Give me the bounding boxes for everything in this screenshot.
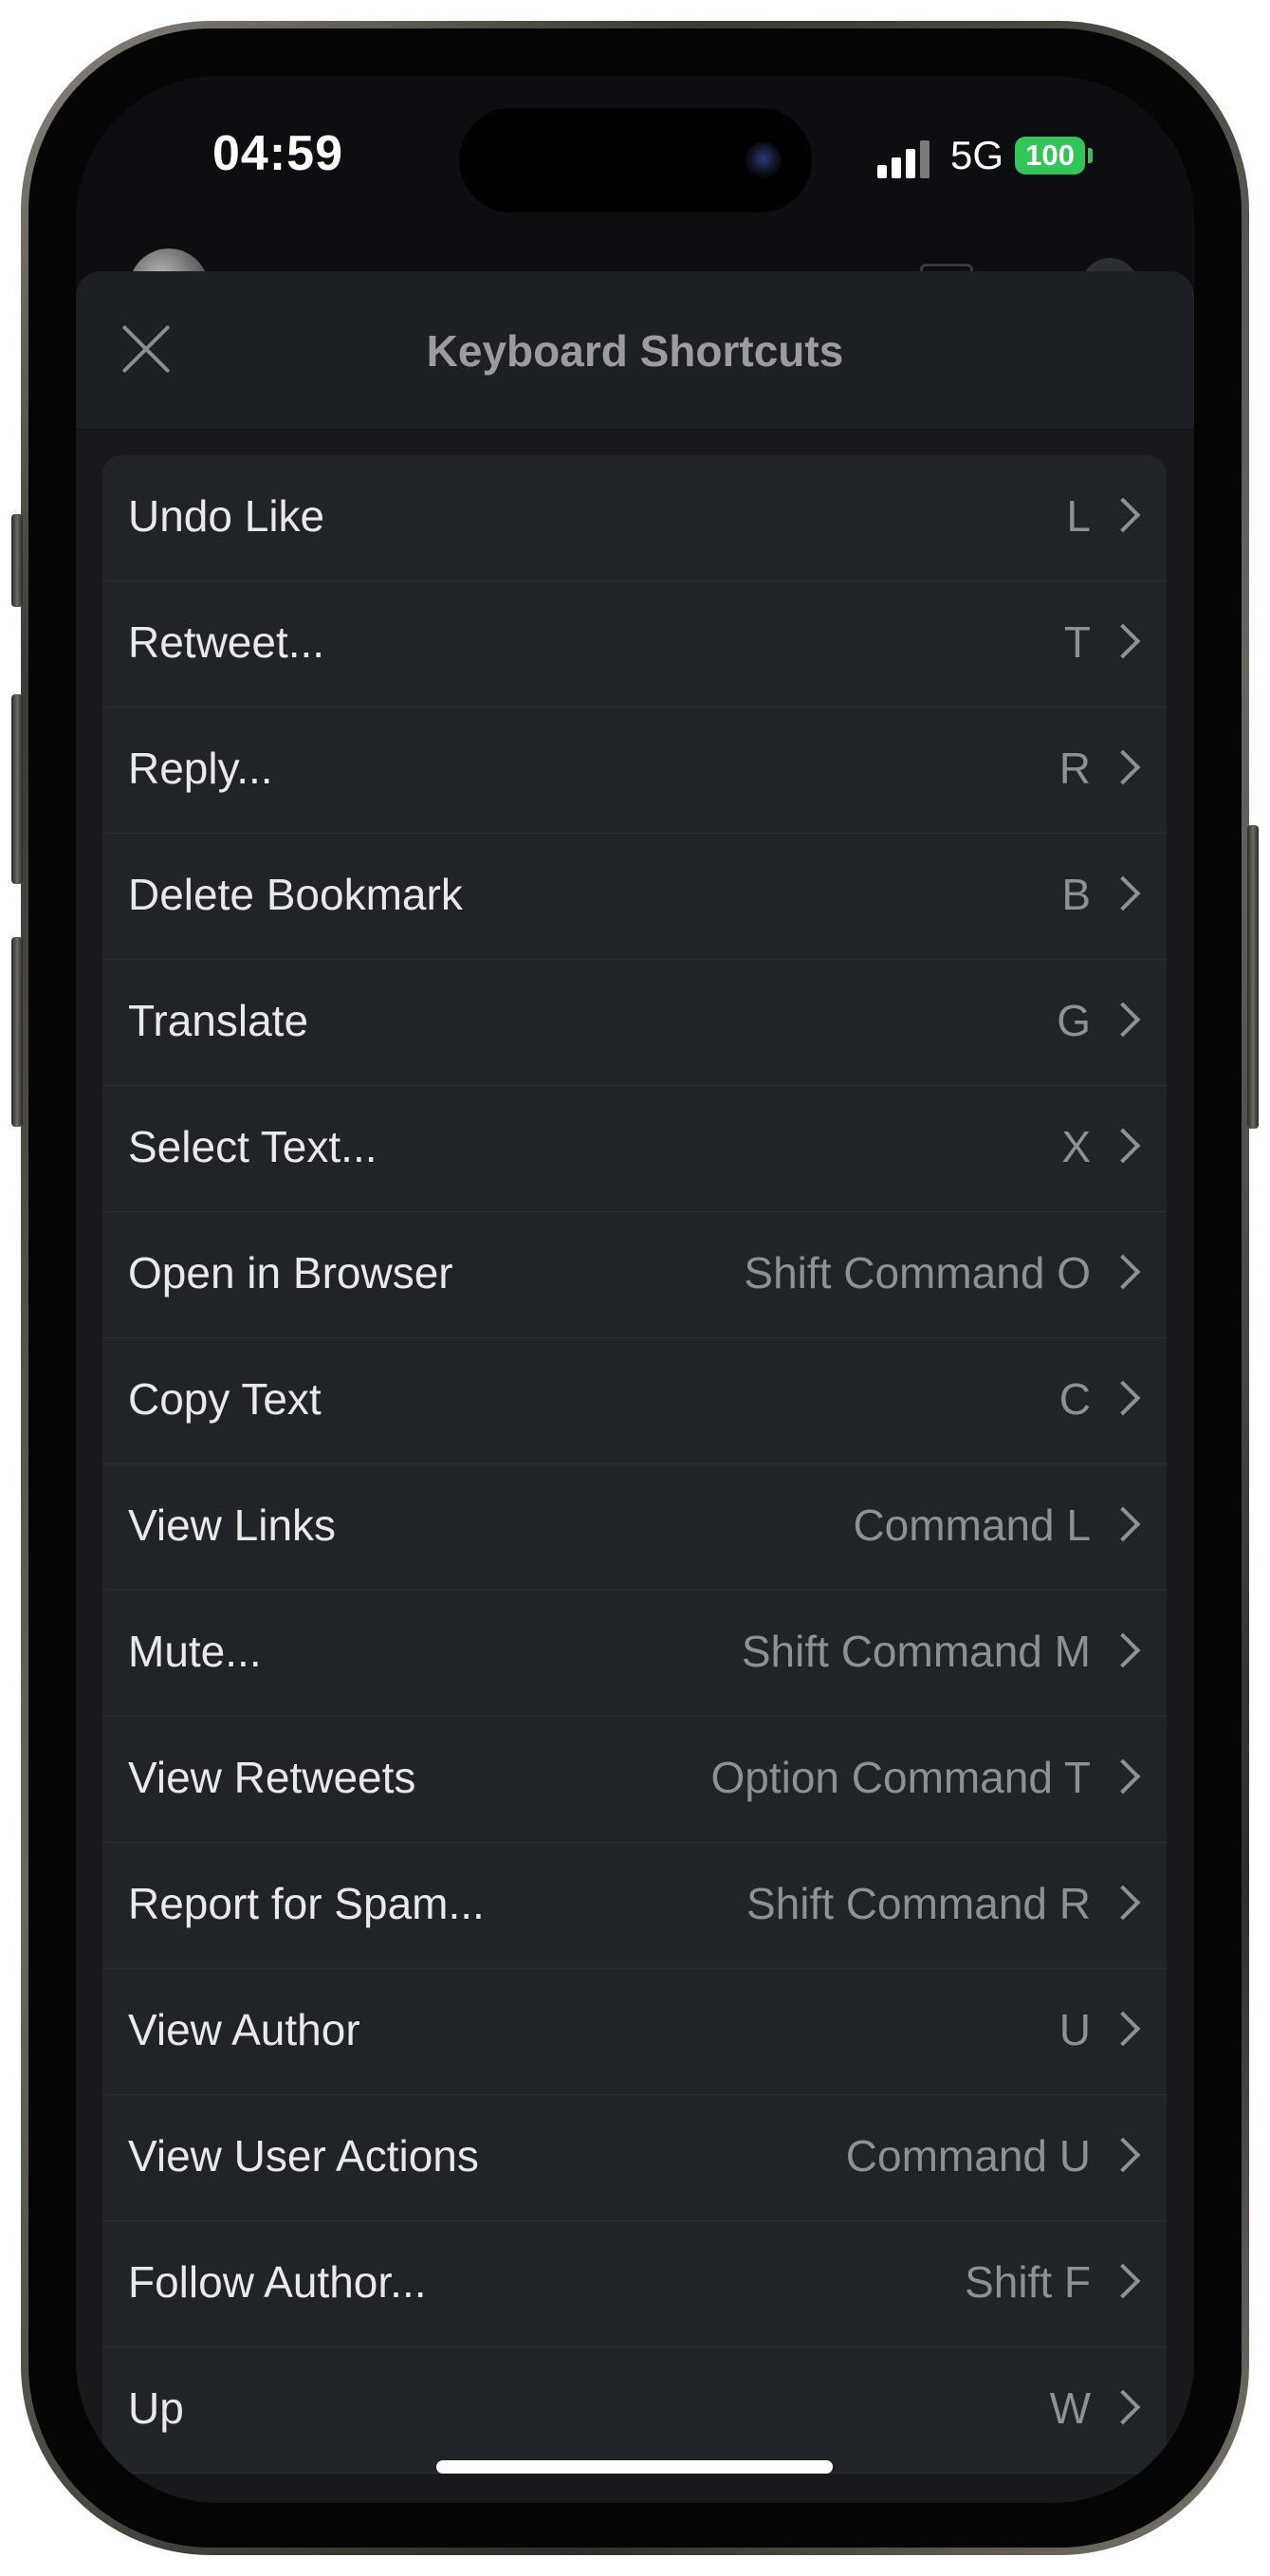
- shortcut-row[interactable]: Delete Bookmark B: [102, 834, 1167, 960]
- shortcut-row[interactable]: Copy Text C: [102, 1338, 1167, 1464]
- volume-down-button: [11, 937, 23, 1127]
- shortcut-label: Translate: [128, 996, 309, 1045]
- shortcut-key: R: [1058, 744, 1091, 793]
- sheet-header: Keyboard Shortcuts: [76, 271, 1194, 430]
- shortcut-key: U: [1058, 2005, 1091, 2054]
- shortcuts-sheet: Keyboard Shortcuts Undo Like L Retweet... T…: [76, 271, 1194, 2503]
- shortcut-key: T: [1063, 617, 1091, 667]
- battery-terminal: [1088, 148, 1093, 163]
- shortcut-row[interactable]: Open in Browser Shift Command O: [102, 1212, 1167, 1338]
- shortcut-key: Command L: [853, 1500, 1091, 1550]
- shortcut-label: Delete Bookmark: [128, 870, 463, 919]
- shortcut-label: Retweet...: [128, 617, 325, 667]
- shortcut-row[interactable]: View Links Command L: [102, 1464, 1167, 1591]
- action-button: [11, 514, 23, 607]
- shortcut-row[interactable]: View Retweets Option Command T: [102, 1717, 1167, 1843]
- shortcut-key: G: [1057, 996, 1091, 1045]
- shortcut-label: Report for Spam...: [128, 1879, 485, 1928]
- shortcut-row[interactable]: Report for Spam... Shift Command R: [102, 1843, 1167, 1969]
- chevron-right-icon: [1105, 1506, 1141, 1542]
- shortcut-row[interactable]: Up W: [102, 2347, 1167, 2474]
- shortcut-label: Follow Author...: [128, 2257, 427, 2307]
- shortcut-label: Mute...: [128, 1627, 262, 1676]
- shortcut-label: View Links: [128, 1500, 337, 1550]
- home-indicator[interactable]: [436, 2460, 833, 2474]
- camera-icon: [745, 142, 782, 178]
- shortcut-row[interactable]: Retweet... T: [102, 581, 1167, 708]
- shortcut-key: Command U: [845, 2131, 1091, 2180]
- chevron-right-icon: [1105, 1632, 1141, 1668]
- chevron-right-icon: [1105, 497, 1141, 533]
- shortcut-row[interactable]: Select Text... X: [102, 1086, 1167, 1212]
- shortcut-key: Shift F: [965, 2257, 1091, 2307]
- status-bar: 04:59 5G 100: [76, 76, 1194, 247]
- shortcut-row[interactable]: Follow Author... Shift F: [102, 2221, 1167, 2347]
- network-label: 5G: [950, 133, 1004, 177]
- signal-icon: [877, 140, 938, 178]
- chevron-right-icon: [1105, 2389, 1141, 2425]
- chevron-right-icon: [1105, 1885, 1141, 1921]
- chevron-right-icon: [1105, 1002, 1141, 1038]
- chevron-right-icon: [1105, 2137, 1141, 2173]
- chevron-right-icon: [1105, 749, 1141, 785]
- shortcut-key: Shift Command M: [741, 1627, 1091, 1676]
- shortcut-label: View Author: [128, 2005, 360, 2054]
- shortcut-list: Undo Like L Retweet... T Reply... R Delete Boo…: [102, 455, 1167, 2474]
- shortcut-label: Open in Browser: [128, 1248, 453, 1297]
- shortcut-key: Shift Command R: [745, 1879, 1091, 1928]
- shortcut-row[interactable]: View Author U: [102, 1969, 1167, 2095]
- battery-level: 100: [1025, 138, 1075, 172]
- screen: 04:59 5G 100 Keyboard Shortcuts Undo Lik…: [76, 76, 1194, 2503]
- chevron-right-icon: [1105, 1254, 1141, 1290]
- shortcut-key: Option Command T: [710, 1753, 1091, 1802]
- battery-icon: 100: [1015, 137, 1085, 175]
- shortcut-label: Undo Like: [128, 491, 325, 541]
- shortcut-row[interactable]: Mute... Shift Command M: [102, 1591, 1167, 1717]
- shortcut-label: Reply...: [128, 744, 273, 793]
- dynamic-island: [459, 108, 812, 212]
- chevron-right-icon: [1105, 875, 1141, 911]
- shortcut-key: B: [1061, 870, 1091, 919]
- shortcut-label: Copy Text: [128, 1374, 322, 1424]
- status-time: 04:59: [212, 126, 343, 181]
- shortcut-key: X: [1061, 1122, 1091, 1171]
- shortcut-key: C: [1058, 1374, 1091, 1424]
- shortcut-label: View User Actions: [128, 2131, 479, 2180]
- shortcut-label: Select Text...: [128, 1122, 377, 1171]
- shortcut-label: Up: [128, 2383, 184, 2433]
- shortcut-row[interactable]: View User Actions Command U: [102, 2095, 1167, 2221]
- shortcut-key: W: [1049, 2383, 1091, 2433]
- chevron-right-icon: [1105, 623, 1141, 659]
- shortcut-row[interactable]: Undo Like L: [102, 455, 1167, 581]
- chevron-right-icon: [1105, 1380, 1141, 1416]
- chevron-right-icon: [1105, 2011, 1141, 2047]
- shortcut-label: View Retweets: [128, 1753, 416, 1802]
- chevron-right-icon: [1105, 2263, 1141, 2299]
- power-button: [1247, 825, 1259, 1129]
- sheet-title: Keyboard Shortcuts: [426, 326, 844, 376]
- shortcut-row[interactable]: Translate G: [102, 960, 1167, 1086]
- shortcut-key: L: [1066, 491, 1091, 541]
- volume-up-button: [11, 694, 23, 884]
- shortcut-row[interactable]: Reply... R: [102, 708, 1167, 834]
- shortcut-key: Shift Command O: [744, 1248, 1091, 1297]
- chevron-right-icon: [1105, 1758, 1141, 1794]
- chevron-right-icon: [1105, 1128, 1141, 1164]
